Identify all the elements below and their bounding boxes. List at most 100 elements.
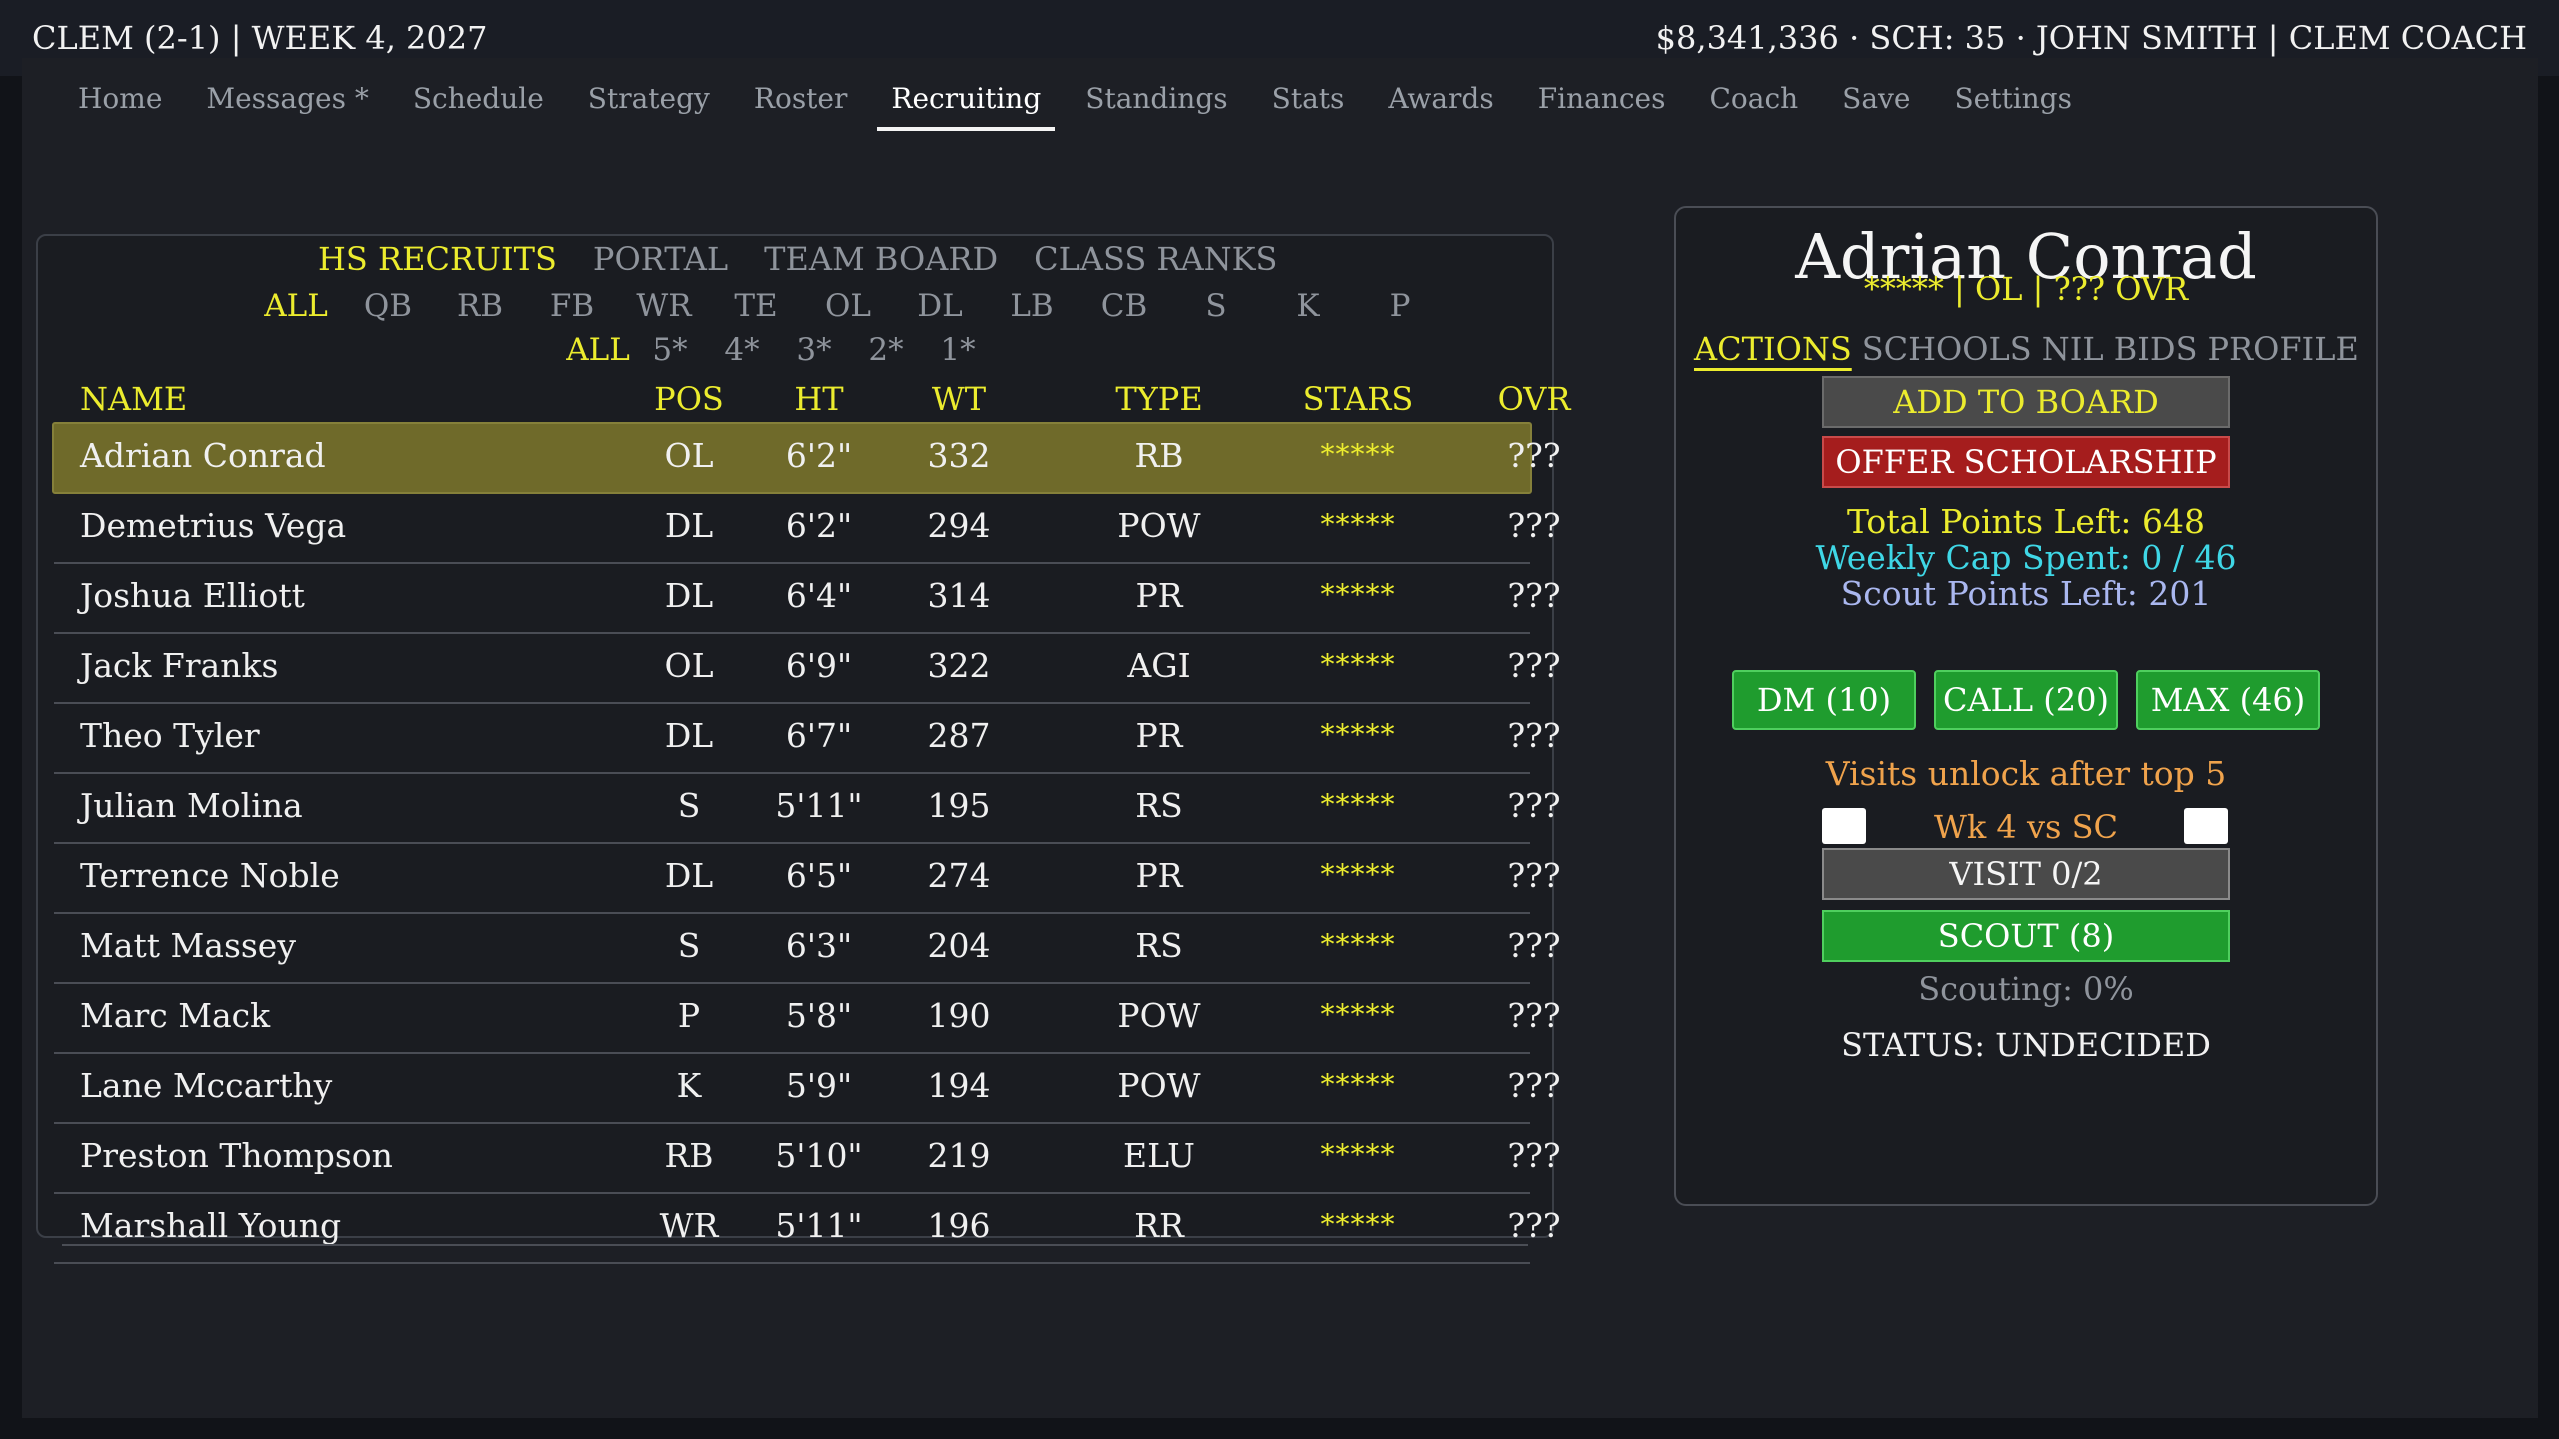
pos-filter-k[interactable]: K — [1262, 288, 1354, 324]
header-wt[interactable]: WT — [874, 380, 1044, 418]
cell-name: Marc Mack — [80, 996, 271, 1035]
cell-name: Terrence Noble — [80, 856, 340, 895]
nav-coach[interactable]: Coach — [1709, 82, 1798, 125]
tab-profile[interactable]: PROFILE — [2207, 330, 2358, 368]
add-to-board-button[interactable]: ADD TO BOARD — [1822, 376, 2230, 428]
pos-filter-dl[interactable]: DL — [894, 288, 986, 324]
tab-team-board[interactable]: TEAM BOARD — [764, 240, 998, 278]
cell-wt: 294 — [927, 506, 991, 545]
tab-class-ranks[interactable]: CLASS RANKS — [1034, 240, 1277, 278]
cell-ovr: ??? — [1507, 1206, 1561, 1245]
nav-recruiting[interactable]: Recruiting — [877, 82, 1056, 131]
stars-filter-1[interactable]: 1* — [922, 332, 994, 368]
nav-home[interactable]: Home — [78, 82, 162, 125]
cell-ovr: ??? — [1507, 576, 1561, 615]
cell-name: Matt Massey — [80, 926, 296, 965]
tab-portal[interactable]: PORTAL — [593, 240, 728, 278]
table-row[interactable]: Marc Mack P 5'8" 190 POW ***** ??? — [54, 984, 1561, 1054]
pos-filter-s[interactable]: S — [1170, 288, 1262, 324]
nav-roster[interactable]: Roster — [754, 82, 848, 125]
cell-ovr: ??? — [1507, 1066, 1561, 1105]
header-ovr[interactable]: OVR — [1434, 380, 1634, 418]
dm-button[interactable]: DM (10) — [1732, 670, 1916, 730]
cell-name: Demetrius Vega — [80, 506, 347, 545]
scout-points-left: Scout Points Left: 201 — [1840, 574, 2212, 613]
nav-finances[interactable]: Finances — [1538, 82, 1666, 125]
tab-nil-bids[interactable]: NIL BIDS — [2042, 330, 2198, 368]
table-row[interactable]: Julian Molina S 5'11" 195 RS ***** ??? — [54, 774, 1561, 844]
pos-filter-wr[interactable]: WR — [618, 288, 710, 324]
table-header: NAME POS HT WT TYPE STARS OVR — [54, 380, 1570, 420]
cell-name: Joshua Elliott — [80, 576, 305, 615]
offer-scholarship-button[interactable]: OFFER SCHOLARSHIP — [1822, 436, 2230, 488]
tab-hs-recruits[interactable]: HS RECRUITS — [318, 240, 557, 278]
pos-filter-p[interactable]: P — [1354, 288, 1446, 324]
table-row[interactable]: Terrence Noble DL 6'5" 274 PR ***** ??? — [54, 844, 1561, 914]
tab-actions[interactable]: ACTIONS — [1694, 330, 1852, 368]
cell-wt: 332 — [927, 436, 991, 475]
stars-filter-3[interactable]: 3* — [778, 332, 850, 368]
tab-schools[interactable]: SCHOOLS — [1862, 330, 2032, 368]
table-row[interactable]: Joshua Elliott DL 6'4" 314 PR ***** ??? — [54, 564, 1561, 634]
position-filter: ALL QB RB FB WR TE OL DL LB CB S K P — [250, 288, 1446, 324]
total-points-left: Total Points Left: 648 — [1846, 502, 2206, 541]
cell-ovr: ??? — [1507, 1136, 1561, 1175]
cell-wt: 195 — [927, 786, 991, 825]
budget-coach-info: $8,341,336 · SCH: 35 · JOHN SMITH | CLEM… — [1655, 19, 2527, 57]
table-row[interactable]: Marshall Young WR 5'11" 196 RR ***** ??? — [54, 1194, 1561, 1264]
table-row[interactable]: Theo Tyler DL 6'7" 287 PR ***** ??? — [54, 704, 1561, 774]
nav-strategy[interactable]: Strategy — [588, 82, 710, 125]
pos-filter-qb[interactable]: QB — [342, 288, 434, 324]
table-row[interactable]: Adrian Conrad OL 6'2" 332 RB ***** ??? — [52, 422, 1561, 494]
table-row[interactable]: Matt Massey S 6'3" 204 RS ***** ??? — [54, 914, 1561, 984]
cell-wt: 196 — [927, 1206, 991, 1245]
cell-ovr: ??? — [1507, 856, 1561, 895]
cell-ovr: ??? — [1507, 996, 1561, 1035]
stars-filter-5[interactable]: 5* — [634, 332, 706, 368]
stars-filter-4[interactable]: 4* — [706, 332, 778, 368]
pos-filter-ol[interactable]: OL — [802, 288, 894, 324]
pos-filter-te[interactable]: TE — [710, 288, 802, 324]
cell-name: Julian Molina — [80, 786, 303, 825]
recruit-subtabs: HS RECRUITS PORTAL TEAM BOARD CLASS RANK… — [318, 240, 1277, 278]
pos-filter-lb[interactable]: LB — [986, 288, 1078, 324]
cell-ovr: ??? — [1507, 786, 1561, 825]
visit-prev-checkbox[interactable] — [1822, 808, 1866, 844]
pos-filter-cb[interactable]: CB — [1078, 288, 1170, 324]
visit-button[interactable]: VISIT 0/2 — [1822, 848, 2230, 900]
pos-filter-fb[interactable]: FB — [526, 288, 618, 324]
nav-settings[interactable]: Settings — [1954, 82, 2072, 125]
cell-wt: 314 — [927, 576, 991, 615]
nav-standings[interactable]: Standings — [1085, 82, 1227, 125]
pos-filter-rb[interactable]: RB — [434, 288, 526, 324]
nav-messages[interactable]: Messages * — [206, 82, 368, 125]
scouting-progress: Scouting: 0% — [1918, 970, 2134, 1008]
header-name[interactable]: NAME — [80, 380, 187, 418]
visit-next-checkbox[interactable] — [2184, 808, 2228, 844]
team-record-week: CLEM (2-1) | WEEK 4, 2027 — [32, 19, 488, 57]
nav-stats[interactable]: Stats — [1272, 82, 1345, 125]
call-button[interactable]: CALL (20) — [1934, 670, 2118, 730]
recruit-status: STATUS: UNDECIDED — [1841, 1026, 2211, 1064]
cell-ovr: ??? — [1507, 646, 1561, 685]
weekly-cap-spent: Weekly Cap Spent: 0 / 46 — [1815, 538, 2237, 577]
table-row[interactable]: Demetrius Vega DL 6'2" 294 POW ***** ??? — [54, 494, 1561, 564]
stars-filter-all[interactable]: ALL — [562, 332, 634, 368]
nav-schedule[interactable]: Schedule — [413, 82, 544, 125]
cell-wt: 322 — [927, 646, 991, 685]
cell-ovr: ??? — [1507, 716, 1561, 755]
table-row[interactable]: Jack Franks OL 6'9" 322 AGI ***** ??? — [54, 634, 1561, 704]
max-button[interactable]: MAX (46) — [2136, 670, 2320, 730]
nav-awards[interactable]: Awards — [1388, 82, 1493, 125]
pos-filter-all[interactable]: ALL — [250, 288, 342, 324]
table-row[interactable]: Lane Mccarthy K 5'9" 194 POW ***** ??? — [54, 1054, 1561, 1124]
cell-wt: 274 — [927, 856, 991, 895]
nav-save[interactable]: Save — [1842, 82, 1910, 125]
table-row[interactable]: Preston Thompson RB 5'10" 219 ELU ***** … — [54, 1124, 1561, 1194]
stars-filter-2[interactable]: 2* — [850, 332, 922, 368]
cell-ovr: ??? — [1507, 436, 1561, 475]
scout-button[interactable]: SCOUT (8) — [1822, 910, 2230, 962]
recruit-detail-panel: Adrian Conrad ***** | OL | ??? OVR ACTIO… — [1674, 206, 2378, 1206]
cell-ovr: ??? — [1507, 926, 1561, 965]
cell-name: Adrian Conrad — [80, 436, 326, 475]
